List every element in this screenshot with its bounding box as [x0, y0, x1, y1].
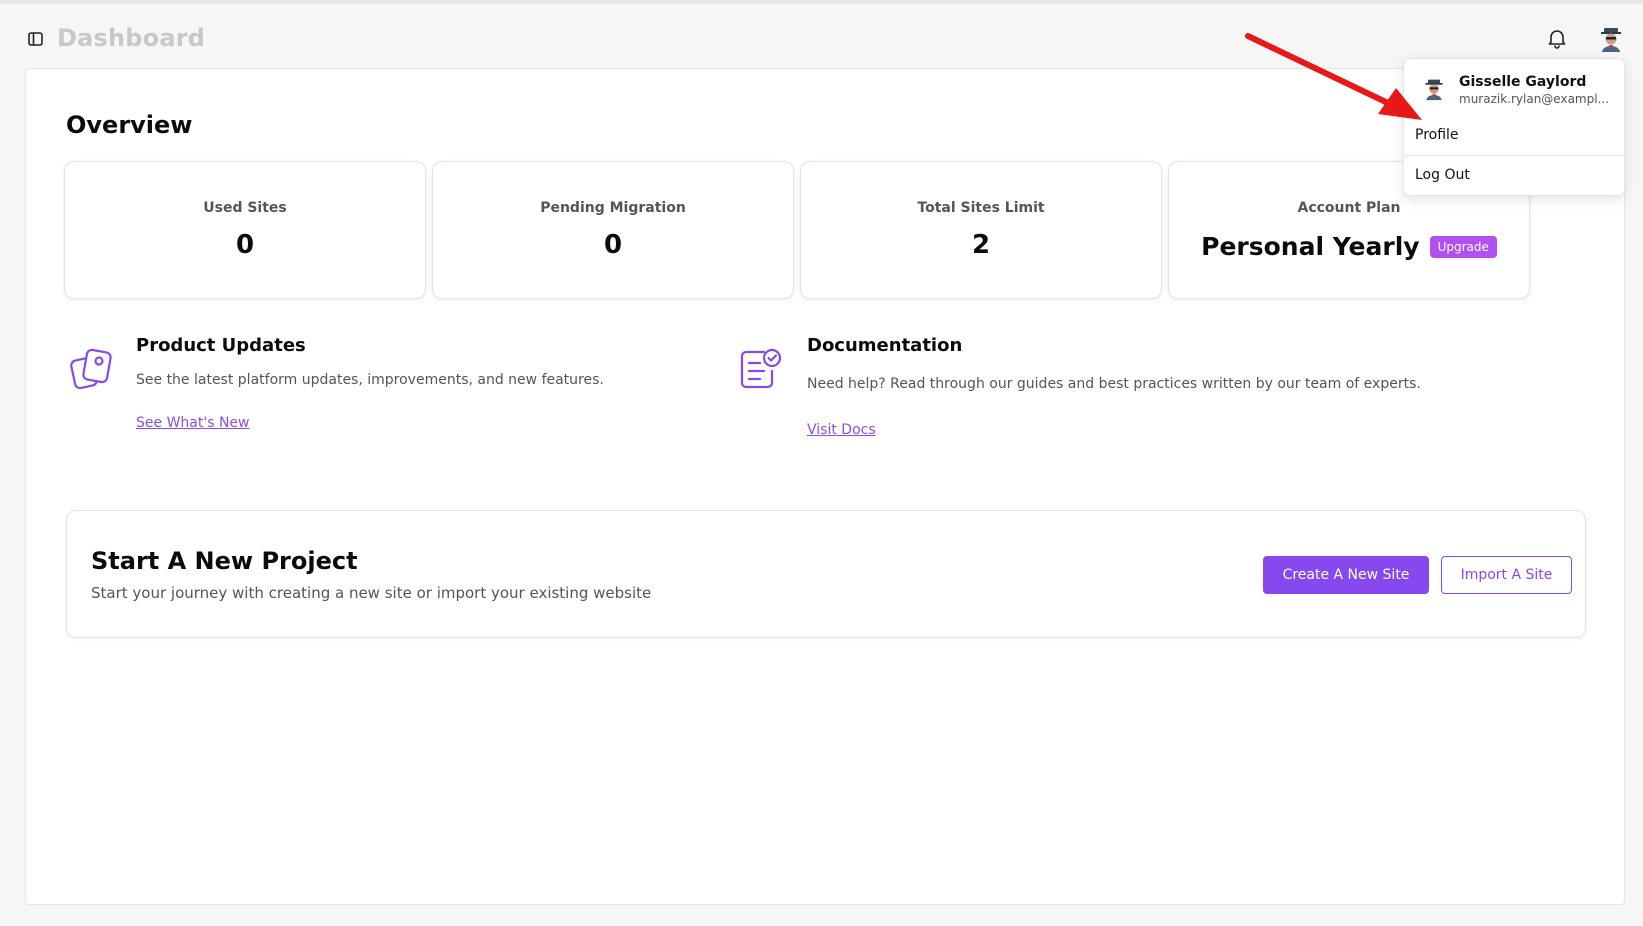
new-project-card: Start A New Project Start your journey w… — [66, 510, 1586, 638]
documentation-section: Documentation Need help? Read through ou… — [738, 335, 1458, 467]
documentation-icon — [738, 347, 784, 393]
sidebar-toggle-icon[interactable] — [26, 30, 44, 48]
visit-docs-link[interactable]: Visit Docs — [807, 422, 876, 438]
stat-label: Pending Migration — [540, 200, 686, 216]
stat-card-used-sites: Used Sites 0 — [64, 161, 426, 299]
product-updates-section: Product Updates See the latest platform … — [70, 335, 670, 467]
menu-item-profile[interactable]: Profile — [1404, 117, 1624, 153]
bell-icon[interactable] — [1545, 26, 1569, 50]
user-dropdown-menu: Gisselle Gaylord murazik.rylan@exampl...… — [1403, 58, 1625, 196]
main-content: Overview Used Sites 0 Pending Migration … — [25, 68, 1625, 905]
product-updates-icon — [70, 347, 116, 393]
import-site-button[interactable]: Import A Site — [1441, 556, 1572, 594]
user-email: murazik.rylan@exampl... — [1459, 92, 1610, 106]
documentation-description: Need help? Read through our guides and b… — [807, 376, 1421, 392]
stat-card-pending-migration: Pending Migration 0 — [432, 161, 794, 299]
page-title: Dashboard — [57, 24, 206, 52]
product-updates-description: See the latest platform updates, improve… — [136, 372, 604, 388]
plan-name: Personal Yearly — [1201, 232, 1420, 261]
new-project-subtitle: Start your journey with creating a new s… — [91, 584, 652, 602]
new-project-title: Start A New Project — [91, 547, 358, 575]
stat-value: 0 — [235, 230, 255, 260]
dropdown-avatar — [1422, 77, 1446, 101]
user-avatar[interactable] — [1597, 25, 1625, 53]
create-new-site-button[interactable]: Create A New Site — [1263, 556, 1429, 594]
stat-value: 0 — [603, 230, 623, 260]
stat-label: Account Plan — [1297, 200, 1401, 216]
product-updates-title: Product Updates — [136, 335, 306, 356]
stat-card-total-sites-limit: Total Sites Limit 2 — [800, 161, 1162, 299]
menu-item-log-out[interactable]: Log Out — [1404, 157, 1624, 193]
stat-label: Used Sites — [203, 200, 287, 216]
upgrade-badge[interactable]: Upgrade — [1429, 235, 1497, 258]
menu-divider — [1404, 155, 1624, 156]
plan-row: Personal Yearly Upgrade — [1169, 232, 1529, 261]
see-whats-new-link[interactable]: See What's New — [136, 415, 249, 431]
user-name: Gisselle Gaylord — [1459, 74, 1587, 90]
stat-value: 2 — [971, 230, 991, 260]
stat-label: Total Sites Limit — [917, 200, 1045, 216]
header: Dashboard — [0, 4, 1643, 70]
documentation-title: Documentation — [807, 335, 963, 356]
overview-title: Overview — [66, 111, 193, 139]
